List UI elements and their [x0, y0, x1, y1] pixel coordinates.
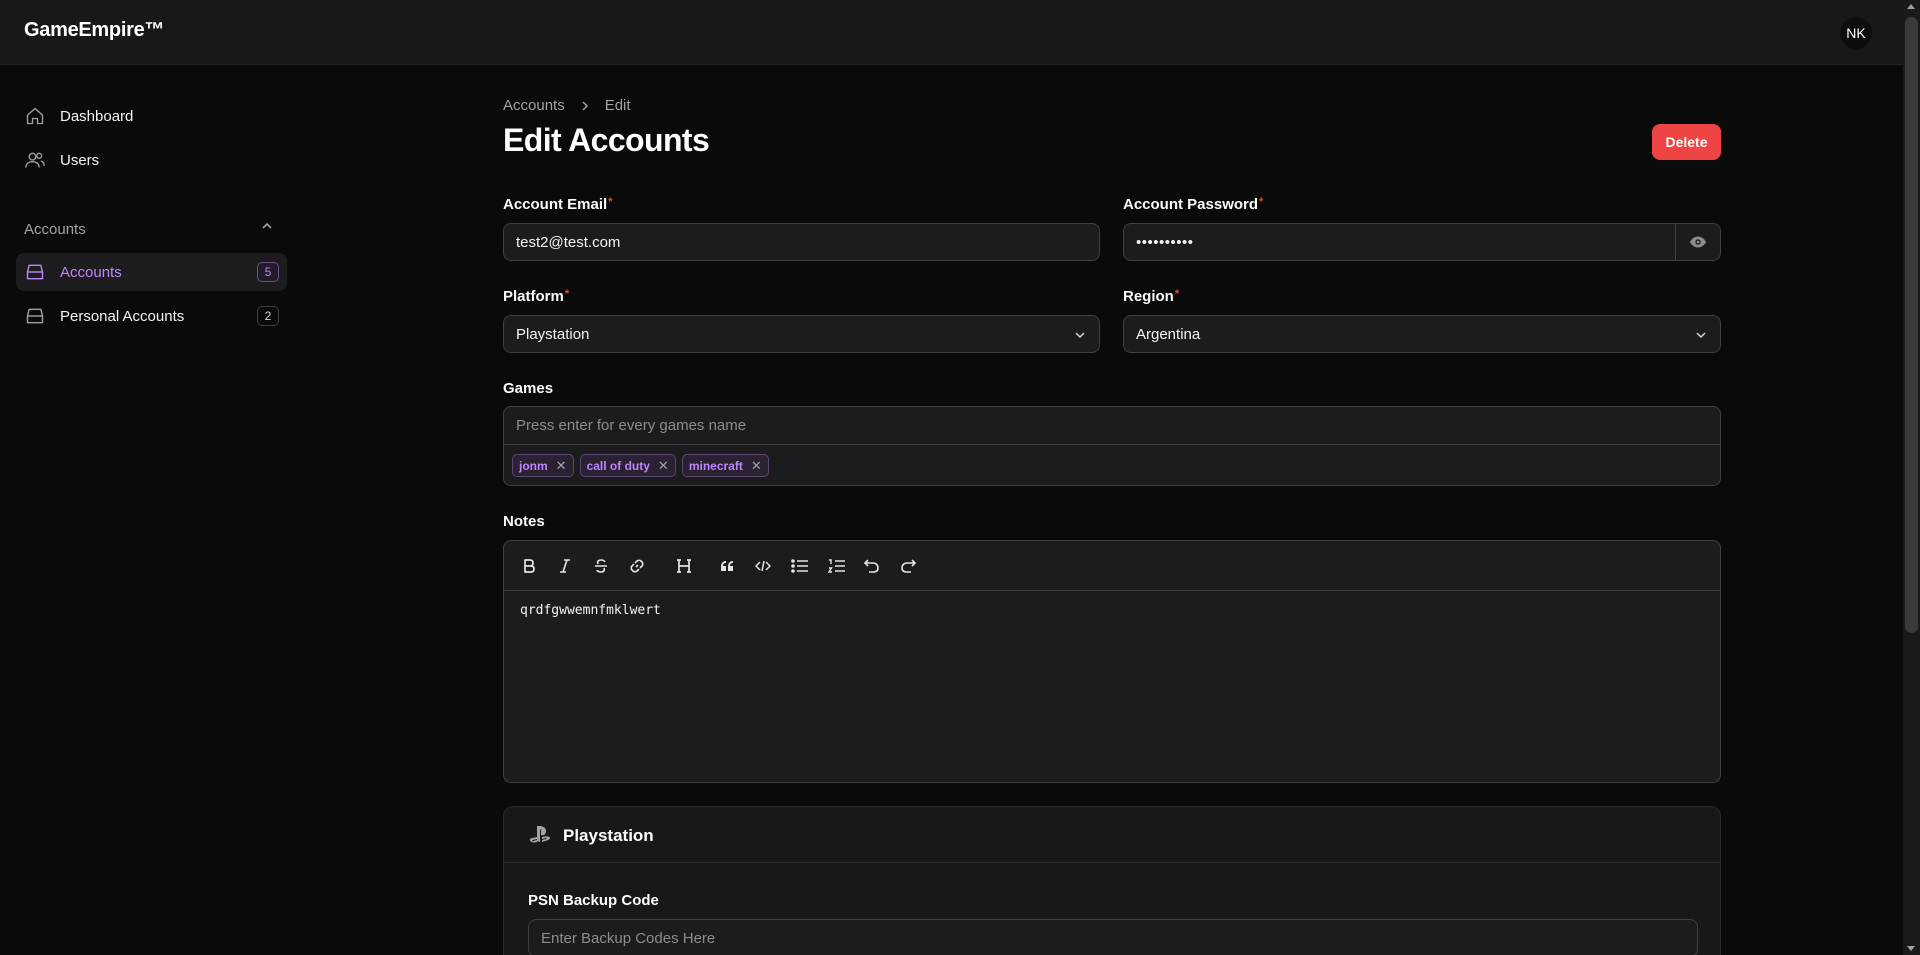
platform-value: Playstation	[516, 325, 590, 343]
game-tag-label: minecraft	[688, 458, 743, 473]
notes-editor[interactable]: qrdfgwwemnfmklwert	[503, 540, 1721, 783]
sidebar: Dashboard Users Accounts Accounts 5 Pers…	[0, 65, 300, 955]
required-marker: *	[1174, 288, 1180, 300]
sidebar-item-label: Accounts	[60, 263, 122, 281]
psn-backup-code-field[interactable]: Enter Backup Codes Here	[528, 919, 1698, 955]
psn-placeholder: Enter Backup Codes Here	[541, 929, 716, 947]
chevron-up-icon[interactable]	[260, 219, 274, 238]
breadcrumb: Accounts Edit	[503, 97, 631, 114]
chevron-down-icon	[1073, 328, 1087, 346]
sidebar-item-users[interactable]: Users	[16, 141, 287, 179]
strikethrough-icon[interactable]	[590, 555, 612, 577]
notes-content[interactable]: qrdfgwwemnfmklwert	[520, 603, 661, 618]
numbered-list-icon[interactable]	[826, 555, 848, 577]
inbox-icon	[24, 261, 46, 283]
inbox-icon	[24, 305, 46, 327]
brand-logo[interactable]: GameEmpire™	[24, 19, 164, 42]
game-tag: minecraft ✕	[681, 454, 769, 477]
email-field[interactable]: test2@test.com	[503, 223, 1100, 261]
notes-label: Notes	[503, 513, 545, 530]
section-title: Playstation	[563, 826, 654, 845]
undo-icon[interactable]	[861, 555, 883, 577]
psn-backup-code-label: PSN Backup Code	[528, 892, 659, 909]
link-icon[interactable]	[626, 555, 648, 577]
password-label: Account Password*	[1123, 196, 1263, 213]
platform-select[interactable]: Playstation	[503, 315, 1100, 353]
count-badge: 5	[257, 262, 279, 282]
top-bar: GameEmpire™ NK	[0, 0, 1903, 65]
password-field[interactable]: ••••••••••	[1123, 223, 1721, 261]
sidebar-item-label: Users	[60, 151, 100, 169]
code-icon[interactable]	[752, 555, 774, 577]
sidebar-group-label[interactable]: Accounts	[24, 221, 86, 238]
region-value: Argentina	[1136, 325, 1201, 343]
platform-label-text: Platform	[503, 288, 564, 305]
game-tag: call of duty ✕	[579, 454, 676, 477]
required-marker: *	[564, 288, 570, 300]
chevron-down-icon	[1694, 328, 1708, 346]
close-icon[interactable]: ✕	[556, 458, 567, 474]
email-label-text: Account Email	[503, 196, 608, 213]
sidebar-item-accounts[interactable]: Accounts 5	[16, 253, 287, 291]
avatar[interactable]: NK	[1840, 17, 1872, 49]
sidebar-item-label: Personal Accounts	[60, 307, 185, 325]
platform-label: Platform*	[503, 288, 569, 305]
region-select[interactable]: Argentina	[1123, 315, 1721, 353]
tag-list: jonm ✕ call of duty ✕ minecraft ✕	[512, 454, 769, 477]
email-label: Account Email*	[503, 196, 612, 213]
playstation-icon	[528, 825, 552, 850]
required-marker: *	[608, 196, 613, 208]
sidebar-item-personal-accounts[interactable]: Personal Accounts 2	[16, 297, 287, 335]
bullet-list-icon[interactable]	[789, 555, 811, 577]
region-label: Region*	[1123, 288, 1179, 305]
chevron-right-icon	[579, 100, 591, 112]
games-label: Games	[503, 380, 554, 397]
eye-icon[interactable]	[1675, 224, 1720, 260]
region-label-text: Region	[1123, 288, 1174, 305]
breadcrumb-parent[interactable]: Accounts	[503, 97, 565, 114]
game-tag-label: call of duty	[586, 458, 650, 473]
game-tag-label: jonm	[519, 458, 548, 473]
scroll-up-arrow-icon[interactable]	[1907, 4, 1915, 9]
section-header: Playstation	[504, 807, 1720, 863]
breadcrumb-current: Edit	[604, 97, 631, 114]
close-icon[interactable]: ✕	[658, 458, 669, 474]
home-icon	[24, 105, 46, 127]
heading-icon[interactable]	[673, 555, 695, 577]
delete-button[interactable]: Delete	[1652, 124, 1721, 160]
sidebar-item-label: Dashboard	[60, 107, 134, 125]
email-value: test2@test.com	[516, 233, 621, 251]
scroll-thumb[interactable]	[1905, 17, 1918, 633]
scrollbar[interactable]	[1903, 0, 1920, 955]
editor-toolbar	[504, 541, 1720, 591]
users-icon	[24, 149, 46, 171]
game-tag: jonm ✕	[512, 454, 574, 477]
games-input[interactable]: Press enter for every games name	[516, 417, 746, 434]
close-icon[interactable]: ✕	[751, 458, 762, 474]
bold-icon[interactable]	[518, 555, 540, 577]
sidebar-item-dashboard[interactable]: Dashboard	[16, 97, 287, 135]
scroll-down-arrow-icon[interactable]	[1907, 946, 1915, 951]
count-badge: 2	[257, 306, 279, 326]
playstation-section: Playstation PSN Backup Code Enter Backup…	[503, 806, 1721, 955]
quote-icon[interactable]	[716, 555, 738, 577]
page-title: Edit Accounts	[503, 122, 710, 158]
password-label-text: Account Password	[1123, 196, 1259, 213]
divider	[504, 444, 1720, 445]
required-marker: *	[1259, 196, 1264, 208]
games-tag-input[interactable]: Press enter for every games name jonm ✕ c…	[503, 406, 1721, 486]
italic-icon[interactable]	[554, 555, 576, 577]
password-value: ••••••••••	[1136, 233, 1194, 251]
redo-icon[interactable]	[897, 555, 919, 577]
